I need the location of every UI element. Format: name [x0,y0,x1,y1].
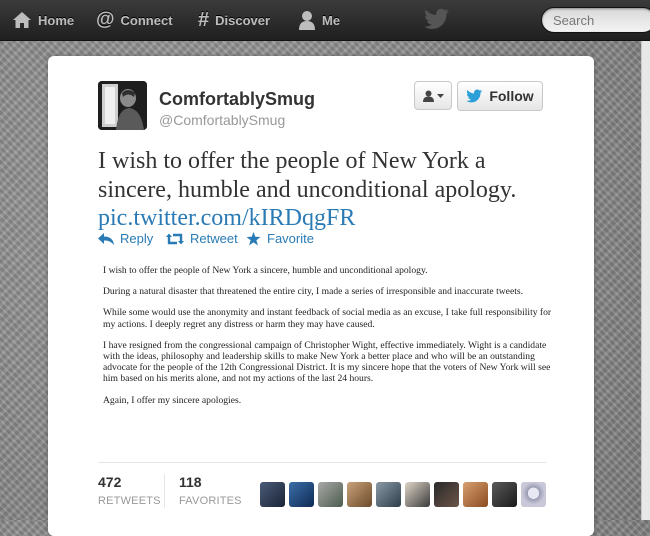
scrollbar[interactable] [641,41,650,520]
follow-label: Follow [489,88,534,104]
favoriter-avatar[interactable] [521,482,546,507]
hash-icon: # [198,8,210,31]
retweets-stat[interactable]: 472 RETWEETS [98,474,161,507]
nav-home[interactable]: Home [12,0,74,40]
apology-statement-image[interactable]: I wish to offer the people of New York a… [103,265,553,416]
tweet-media-link[interactable]: pic.twitter.com/kIRDqgFR [98,205,355,232]
follow-button[interactable]: Follow [457,81,543,111]
stats-divider [98,462,546,463]
person-icon [422,90,434,102]
favoriter-avatar[interactable] [492,482,517,507]
top-nav-bar: Home @ Connect # Discover Me [0,0,650,41]
statement-paragraph: Again, I offer my sincere apologies. [103,394,242,406]
favoriters-avatars [260,482,546,507]
caret-down-icon [436,93,444,98]
favorites-label: FAVORITES [179,495,242,507]
favorite-label: Favorite [267,231,314,246]
nav-me[interactable]: Me [298,0,340,40]
at-icon: @ [96,9,115,30]
favoriter-avatar[interactable] [405,482,430,507]
reply-label: Reply [120,231,154,246]
person-icon [299,11,315,30]
search-input[interactable] [541,7,650,33]
retweet-label: Retweet [190,231,238,246]
retweets-count: 472 [98,474,122,490]
username[interactable]: @ComfortablySmug [159,112,285,128]
nav-me-label: Me [322,12,341,28]
display-name[interactable]: ComfortablySmug [159,89,315,110]
nav-connect[interactable]: @ Connect [96,0,173,40]
favoriter-avatar[interactable] [434,482,459,507]
twitter-bird-icon [466,89,483,103]
favoriter-avatar[interactable] [463,482,488,507]
favoriter-avatar[interactable] [347,482,372,507]
favoriter-avatar[interactable] [376,482,401,507]
reply-icon [98,232,114,245]
retweet-icon [166,233,184,244]
nav-discover[interactable]: # Discover [198,0,270,40]
favoriter-avatar[interactable] [260,482,285,507]
tweet-card: ComfortablySmug @ComfortablySmug Follow … [48,56,594,536]
favoriter-avatar[interactable] [289,482,314,507]
statement-paragraph: While some would use the anonymity and i… [103,307,552,330]
nav-connect-label: Connect [120,12,173,28]
statement-paragraph: I have resigned from the congressional c… [103,339,551,385]
favorites-count: 118 [179,474,202,490]
stats-separator [164,474,165,508]
reply-button[interactable]: Reply [98,231,153,246]
avatar[interactable] [98,81,147,130]
nav-home-label: Home [38,12,75,28]
favorites-stat[interactable]: 118 FAVORITES [179,474,242,507]
tweet-text: I wish to offer the people of New York a… [98,148,517,203]
retweet-button[interactable]: Retweet [166,231,238,246]
favoriter-avatar[interactable] [318,482,343,507]
statement-paragraph: I wish to offer the people of New York a… [103,265,428,276]
nav-discover-label: Discover [215,12,271,28]
user-actions-dropdown-button[interactable] [414,81,452,110]
statement-paragraph: During a natural disaster that threatene… [103,286,523,298]
retweets-label: RETWEETS [98,495,161,507]
favorite-button[interactable]: Favorite [246,231,314,246]
home-icon [13,12,31,28]
star-icon [246,231,261,245]
twitter-bird-icon[interactable] [424,8,450,30]
avatar-image [98,81,147,130]
